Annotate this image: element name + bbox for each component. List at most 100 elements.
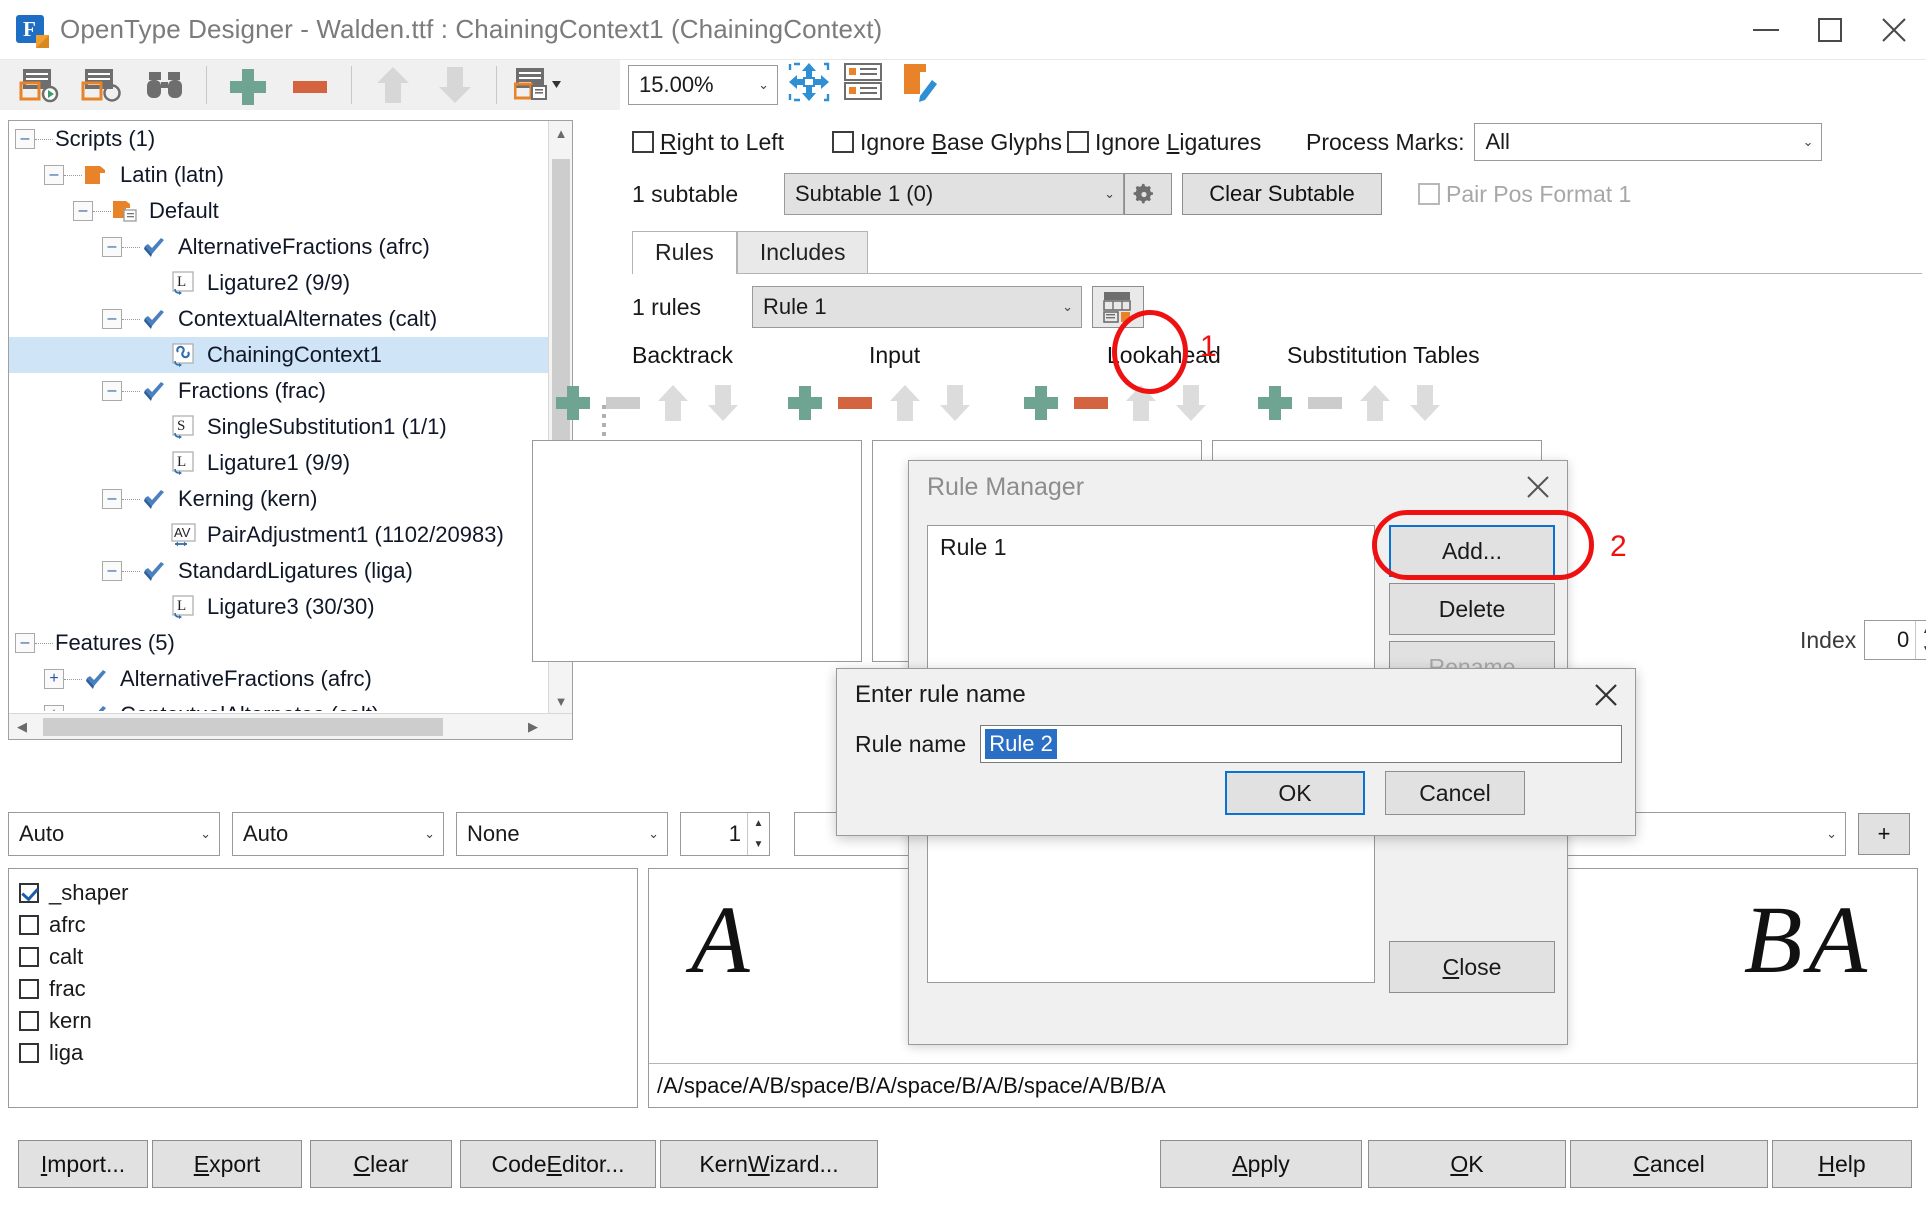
collapse-icon[interactable]: – (102, 561, 122, 581)
tree-node[interactable]: ChainingContext1 (9, 337, 549, 373)
enter-rule-name-dialog[interactable]: Enter rule name Rule name Rule 2 OK Canc… (836, 668, 1636, 836)
ok-button[interactable]: OK (1368, 1140, 1566, 1188)
collapse-icon[interactable]: – (44, 165, 64, 185)
export-button[interactable]: Export (152, 1140, 302, 1188)
right-to-left-checkbox[interactable]: Right to Left (632, 129, 832, 156)
auto-combo-2[interactable]: Auto ⌄ (232, 812, 444, 856)
tree-node[interactable]: AV PairAdjustment1 (1102/20983) (9, 517, 549, 553)
spinner-up-icon[interactable]: ▲ (1916, 621, 1926, 640)
table-view-icon[interactable] (507, 60, 577, 110)
rule-name-input[interactable]: Rule 2 (980, 725, 1623, 763)
scroll-down-icon[interactable]: ▼ (549, 689, 572, 713)
collapse-icon[interactable]: – (102, 237, 122, 257)
help-button[interactable]: Help (1772, 1140, 1912, 1188)
input-up-icon[interactable] (884, 382, 926, 428)
substitution-remove-icon[interactable] (1304, 382, 1346, 428)
glyph-grid-icon[interactable] (840, 60, 886, 110)
substitution-down-icon[interactable] (1404, 382, 1446, 428)
auto-combo-1[interactable]: Auto ⌄ (8, 812, 220, 856)
scroll-left-icon[interactable]: ◀ (9, 714, 35, 740)
backtrack-down-icon[interactable] (702, 382, 744, 428)
backtrack-list[interactable] (532, 440, 862, 662)
input-down-icon[interactable] (934, 382, 976, 428)
index-spinner[interactable]: 0 ▲ ▼ (1864, 620, 1926, 660)
tree-node[interactable]: – Fractions (frac) (9, 373, 549, 409)
rule-combo[interactable]: Rule 1 ⌄ (752, 286, 1082, 328)
feature-checkbox-frac[interactable]: frac (19, 973, 627, 1005)
input-add-icon[interactable] (784, 382, 826, 428)
feature-checkbox-calt[interactable]: calt (19, 941, 627, 973)
add-icon[interactable] (217, 60, 279, 110)
spinner-down-icon[interactable]: ▼ (748, 834, 769, 855)
tab-includes[interactable]: Includes (736, 231, 869, 273)
close-icon[interactable] (1509, 461, 1567, 513)
feature-filter-list[interactable]: _shaper afrc calt frac kern liga (8, 868, 638, 1108)
tree-node[interactable]: + AlternativeFractions (afrc) (9, 661, 549, 697)
input-remove-icon[interactable] (834, 382, 876, 428)
spinner-up-icon[interactable]: ▲ (748, 813, 769, 834)
minimize-icon[interactable] (1734, 0, 1798, 60)
substitution-up-icon[interactable] (1354, 382, 1396, 428)
glyph-string-field[interactable]: /A/space/A/B/space/B/A/space/B/A/B/space… (649, 1063, 1917, 1107)
scroll-up-icon[interactable]: ▲ (549, 121, 572, 145)
count-spinner[interactable]: 1 ▲ ▼ (680, 812, 770, 856)
spinner-down-icon[interactable]: ▼ (1916, 640, 1926, 659)
list-item[interactable]: Rule 1 (940, 534, 1362, 561)
none-combo[interactable]: None ⌄ (456, 812, 668, 856)
find-lookup-icon[interactable] (72, 60, 134, 110)
clear-button[interactable]: Clear (310, 1140, 452, 1188)
apply-button[interactable]: Apply (1160, 1140, 1362, 1188)
new-lookup-icon[interactable] (10, 60, 72, 110)
edit-glyph-icon[interactable] (894, 60, 940, 110)
close-icon[interactable] (1577, 669, 1635, 721)
lookup-tree-panel[interactable]: – Scripts (1) – Latin (latn) – Default – Altern… (8, 120, 573, 740)
tree-node[interactable]: – StandardLigatures (liga) (9, 553, 549, 589)
scrollbar-thumb-h[interactable] (43, 718, 443, 736)
backtrack-remove-icon[interactable] (602, 382, 644, 428)
maximize-icon[interactable] (1798, 0, 1862, 60)
collapse-icon[interactable]: – (15, 129, 35, 149)
code-editor-button[interactable]: Code Editor... (460, 1140, 656, 1188)
kern-wizard-button[interactable]: Kern Wizard... (660, 1140, 878, 1188)
close-icon[interactable] (1862, 0, 1926, 60)
expand-icon[interactable]: + (44, 669, 64, 689)
tree-horizontal-scrollbar[interactable]: ◀ ▶ (9, 713, 572, 739)
cancel-button[interactable]: Cancel (1385, 771, 1525, 815)
tree-node[interactable]: L Ligature2 (9/9) (9, 265, 549, 301)
feature-checkbox-afrc[interactable]: afrc (19, 909, 627, 941)
feature-checkbox-shaper[interactable]: _shaper (19, 877, 627, 909)
backtrack-add-icon[interactable] (552, 382, 594, 428)
subtable-settings-button[interactable] (1124, 173, 1172, 215)
lookahead-remove-icon[interactable] (1070, 382, 1112, 428)
expand-icon[interactable]: + (44, 705, 64, 711)
close-button[interactable]: Close (1389, 941, 1555, 993)
scroll-right-icon[interactable]: ▶ (520, 714, 546, 740)
ignore-base-glyphs-checkbox[interactable]: Ignore Base Glyphs (832, 129, 1067, 156)
feature-checkbox-liga[interactable]: liga (19, 1037, 627, 1069)
zoom-combo[interactable]: 15.00% ⌄ (628, 65, 778, 105)
remove-icon[interactable] (279, 60, 341, 110)
ok-button[interactable]: OK (1225, 771, 1365, 815)
collapse-icon[interactable]: – (102, 381, 122, 401)
tree-node[interactable]: – Features (5) (9, 625, 549, 661)
clear-subtable-button[interactable]: Clear Subtable (1182, 173, 1382, 215)
collapse-icon[interactable]: – (102, 489, 122, 509)
move-up-icon[interactable] (362, 60, 424, 110)
lookup-tree[interactable]: – Scripts (1) – Latin (latn) – Default – Altern… (9, 121, 549, 711)
backtrack-up-icon[interactable] (652, 382, 694, 428)
ignore-ligatures-checkbox[interactable]: Ignore Ligatures (1067, 129, 1272, 156)
tree-node[interactable]: – Default (9, 193, 549, 229)
tree-node[interactable]: – Kerning (kern) (9, 481, 549, 517)
binoculars-icon[interactable] (134, 60, 196, 110)
feature-checkbox-kern[interactable]: kern (19, 1005, 627, 1037)
lookahead-down-icon[interactable] (1170, 382, 1212, 428)
collapse-icon[interactable]: – (73, 201, 93, 221)
process-marks-combo[interactable]: All ⌄ (1474, 123, 1823, 161)
subtable-combo[interactable]: Subtable 1 (0) ⌄ (784, 173, 1124, 215)
move-down-icon[interactable] (424, 60, 486, 110)
substitution-add-icon[interactable] (1254, 382, 1296, 428)
tree-node[interactable]: – Scripts (1) (9, 121, 549, 157)
fit-to-window-icon[interactable] (786, 60, 832, 110)
collapse-icon[interactable]: – (15, 633, 35, 653)
tree-node[interactable]: + ContextualAlternates (calt) (9, 697, 549, 711)
